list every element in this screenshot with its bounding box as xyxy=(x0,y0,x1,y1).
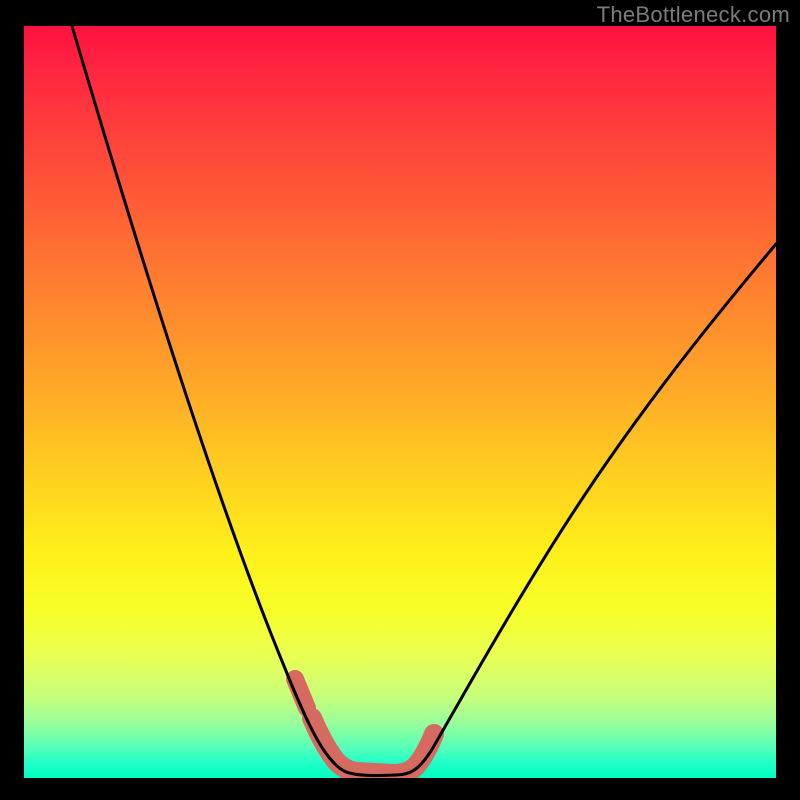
plot-area xyxy=(24,26,776,778)
curve-left xyxy=(72,26,396,776)
watermark-text: TheBottleneck.com xyxy=(597,2,790,28)
chart-stage: TheBottleneck.com xyxy=(0,0,800,800)
highlight-stroke xyxy=(312,718,434,774)
curve-right xyxy=(396,244,776,775)
curve-layer xyxy=(24,26,776,778)
